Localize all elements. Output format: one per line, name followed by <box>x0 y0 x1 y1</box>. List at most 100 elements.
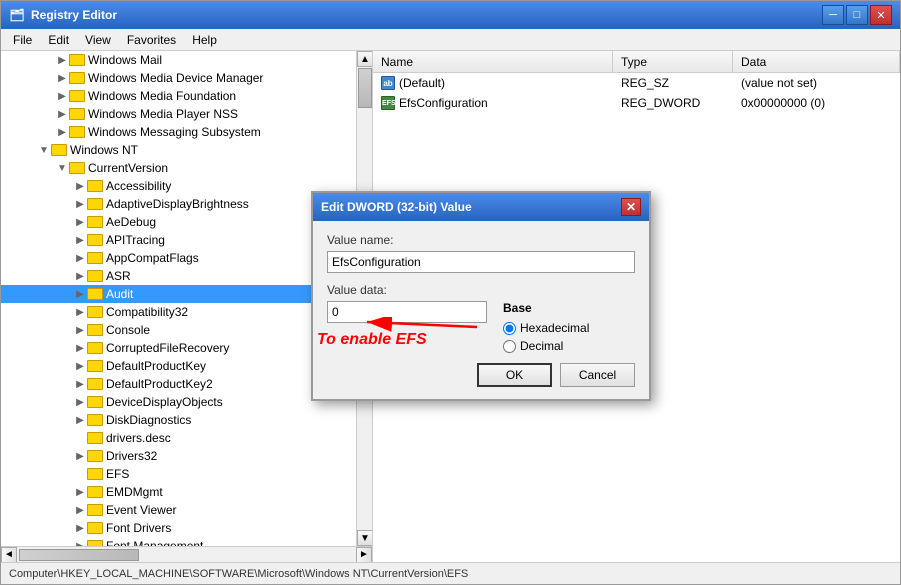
tree-item-windows-media-device[interactable]: ▶ Windows Media Device Manager <box>1 69 356 87</box>
tree-item-windows-nt[interactable]: ▼ Windows NT <box>1 141 356 159</box>
expander-accessibility[interactable]: ▶ <box>73 179 87 193</box>
expander-windows-media-foundation[interactable]: ▶ <box>55 89 69 103</box>
tree-item-windows-messaging[interactable]: ▶ Windows Messaging Subsystem <box>1 123 356 141</box>
scroll-left-button[interactable]: ◄ <box>1 547 17 563</box>
tree-item-windows-media-player[interactable]: ▶ Windows Media Player NSS <box>1 105 356 123</box>
tree-label-audit: Audit <box>106 287 133 301</box>
expander-drivers-desc[interactable] <box>73 431 87 445</box>
menu-help[interactable]: Help <box>184 31 225 49</box>
expander-efs[interactable] <box>73 467 87 481</box>
dialog-close-button[interactable]: ✕ <box>621 198 641 216</box>
tree-item-appcompat[interactable]: ▶ AppCompatFlags <box>1 249 356 267</box>
folder-icon <box>87 180 103 192</box>
expander-default-product-key[interactable]: ▶ <box>73 359 87 373</box>
cancel-button[interactable]: Cancel <box>560 363 635 387</box>
expander-event-viewer[interactable]: ▶ <box>73 503 87 517</box>
expander-disk-diagnostics[interactable]: ▶ <box>73 413 87 427</box>
tree-item-current-version[interactable]: ▼ CurrentVersion <box>1 159 356 177</box>
tree-label-aedebug: AeDebug <box>106 215 156 229</box>
expander-windows-media-player[interactable]: ▶ <box>55 107 69 121</box>
expander-font-drivers[interactable]: ▶ <box>73 521 87 535</box>
hexadecimal-radio[interactable] <box>503 322 516 335</box>
expander-windows-messaging[interactable]: ▶ <box>55 125 69 139</box>
dialog-buttons: OK Cancel <box>327 363 635 387</box>
expander-adaptive-display[interactable]: ▶ <box>73 197 87 211</box>
scroll-up-button[interactable]: ▲ <box>357 51 372 67</box>
expander-audit[interactable]: ▶ <box>73 287 87 301</box>
value-data-input[interactable] <box>327 301 487 323</box>
col-header-name[interactable]: Name <box>373 51 613 72</box>
value-name-input[interactable] <box>327 251 635 273</box>
expander-default-product-key2[interactable]: ▶ <box>73 377 87 391</box>
ok-button[interactable]: OK <box>477 363 552 387</box>
tree-item-efs[interactable]: EFS <box>1 465 356 483</box>
tree-item-drivers-desc[interactable]: drivers.desc <box>1 429 356 447</box>
tree-label-windows-nt: Windows NT <box>70 143 138 157</box>
decimal-radio[interactable] <box>503 340 516 353</box>
tree-item-default-product-key[interactable]: ▶ DefaultProductKey <box>1 357 356 375</box>
tree-label-font-management: Font Management <box>106 539 203 546</box>
folder-icon <box>87 486 103 498</box>
folder-icon <box>87 540 103 546</box>
expander-console[interactable]: ▶ <box>73 323 87 337</box>
folder-icon <box>87 216 103 228</box>
tree-label-asr: ASR <box>106 269 131 283</box>
col-header-type[interactable]: Type <box>613 51 733 72</box>
tree-item-audit[interactable]: ▶ Audit <box>1 285 356 303</box>
scroll-down-button[interactable]: ▼ <box>357 530 372 546</box>
menu-file[interactable]: File <box>5 31 40 49</box>
tree-item-drivers32[interactable]: ▶ Drivers32 <box>1 447 356 465</box>
folder-icon <box>87 414 103 426</box>
col-header-data[interactable]: Data <box>733 51 900 72</box>
minimize-button[interactable]: ─ <box>822 5 844 25</box>
tree-item-emdmgmt[interactable]: ▶ EMDMgmt <box>1 483 356 501</box>
maximize-button[interactable]: □ <box>846 5 868 25</box>
expander-appcompat[interactable]: ▶ <box>73 251 87 265</box>
expander-windows-media-device[interactable]: ▶ <box>55 71 69 85</box>
tree-item-aedebug[interactable]: ▶ AeDebug <box>1 213 356 231</box>
tree-item-device-display[interactable]: ▶ DeviceDisplayObjects <box>1 393 356 411</box>
expander-device-display[interactable]: ▶ <box>73 395 87 409</box>
expander-emdmgmt[interactable]: ▶ <box>73 485 87 499</box>
tree-item-corrupted[interactable]: ▶ CorruptedFileRecovery <box>1 339 356 357</box>
folder-icon <box>69 108 85 120</box>
h-scroll-thumb[interactable] <box>19 549 139 561</box>
folder-icon <box>87 450 103 462</box>
list-row-default[interactable]: ab (Default) REG_SZ (value not set) <box>373 73 900 93</box>
list-row-efs-config[interactable]: EFS EfsConfiguration REG_DWORD 0x0000000… <box>373 93 900 113</box>
expander-aedebug[interactable]: ▶ <box>73 215 87 229</box>
expander-apitracing[interactable]: ▶ <box>73 233 87 247</box>
scroll-thumb[interactable] <box>358 68 372 108</box>
menu-edit[interactable]: Edit <box>40 31 77 49</box>
tree-label-default-product-key2: DefaultProductKey2 <box>106 377 213 391</box>
scroll-right-button[interactable]: ► <box>356 547 372 563</box>
tree-item-compatibility32[interactable]: ▶ Compatibility32 <box>1 303 356 321</box>
tree-item-windows-mail[interactable]: ▶ Windows Mail <box>1 51 356 69</box>
expander-current-version[interactable]: ▼ <box>55 161 69 175</box>
tree-item-default-product-key2[interactable]: ▶ DefaultProductKey2 <box>1 375 356 393</box>
tree-label-adaptive-display: AdaptiveDisplayBrightness <box>106 197 249 211</box>
expander-compatibility32[interactable]: ▶ <box>73 305 87 319</box>
tree-item-console[interactable]: ▶ Console <box>1 321 356 339</box>
close-button[interactable]: ✕ <box>870 5 892 25</box>
expander-asr[interactable]: ▶ <box>73 269 87 283</box>
tree-item-font-management[interactable]: ▶ Font Management <box>1 537 356 546</box>
tree-item-font-drivers[interactable]: ▶ Font Drivers <box>1 519 356 537</box>
tree-item-event-viewer[interactable]: ▶ Event Viewer <box>1 501 356 519</box>
tree-item-disk-diagnostics[interactable]: ▶ DiskDiagnostics <box>1 411 356 429</box>
expander-windows-mail[interactable]: ▶ <box>55 53 69 67</box>
tree-horizontal-scrollbar[interactable]: ◄ ► <box>1 546 372 562</box>
expander-windows-nt[interactable]: ▼ <box>37 143 51 157</box>
tree-item-windows-media-foundation[interactable]: ▶ Windows Media Foundation <box>1 87 356 105</box>
expander-corrupted[interactable]: ▶ <box>73 341 87 355</box>
tree-item-apitracing[interactable]: ▶ APITracing <box>1 231 356 249</box>
tree-item-adaptive-display[interactable]: ▶ AdaptiveDisplayBrightness <box>1 195 356 213</box>
menu-view[interactable]: View <box>77 31 119 49</box>
tree-item-accessibility[interactable]: ▶ Accessibility <box>1 177 356 195</box>
expander-font-management[interactable]: ▶ <box>73 539 87 546</box>
menu-favorites[interactable]: Favorites <box>119 31 184 49</box>
tree-label-event-viewer: Event Viewer <box>106 503 176 517</box>
folder-icon <box>87 270 103 282</box>
expander-drivers32[interactable]: ▶ <box>73 449 87 463</box>
tree-item-asr[interactable]: ▶ ASR <box>1 267 356 285</box>
